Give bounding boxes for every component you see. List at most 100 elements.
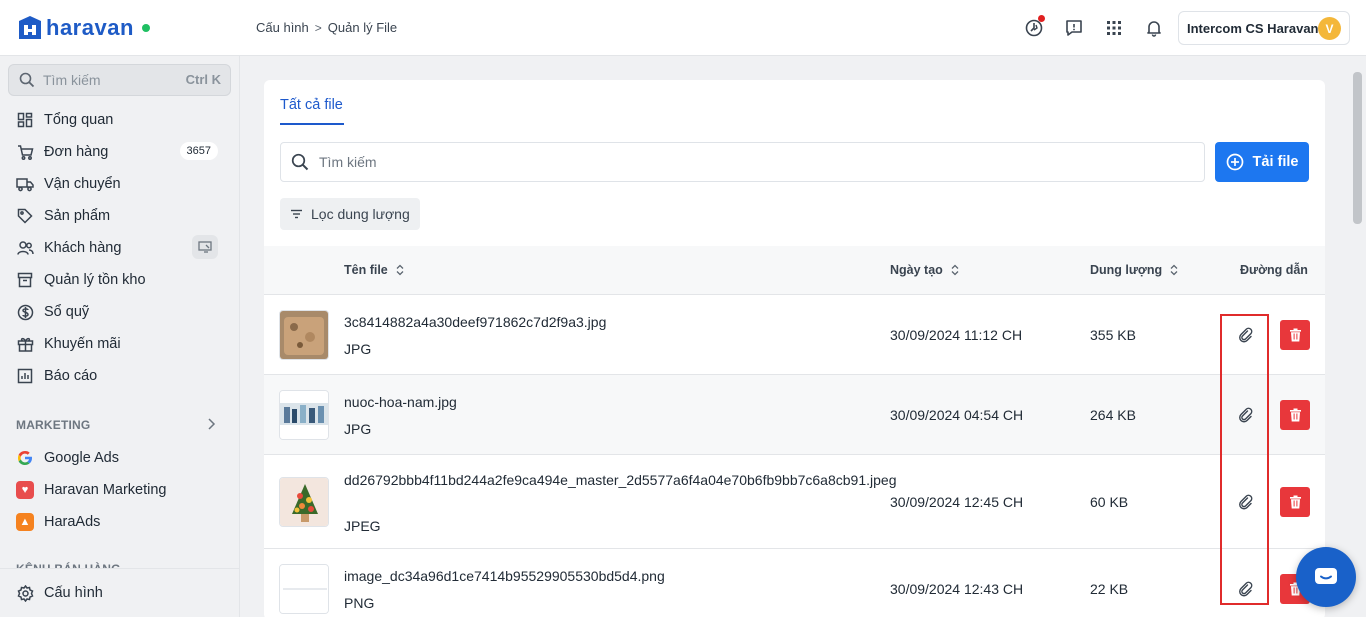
file-thumbnail [279, 390, 329, 440]
account-name: Intercom CS Haravan [1187, 20, 1319, 36]
sidebar-item-inventory[interactable]: Quản lý tồn kho [16, 266, 224, 294]
chat-icon [1315, 568, 1337, 584]
sidebar-item-promotions[interactable]: Khuyến mãi [16, 330, 224, 358]
sidebar-item-label: Tổng quan [44, 112, 114, 128]
sidebar-item-label: Sản phẩm [44, 208, 111, 224]
sidebar-item-label: Cấu hình [44, 585, 103, 601]
avatar: V [1318, 17, 1341, 40]
breadcrumb-settings[interactable]: Cấu hình [256, 20, 309, 35]
sidebar-item-customers[interactable]: Khách hàng [16, 234, 224, 262]
trash-icon [1289, 408, 1301, 422]
column-header-created[interactable]: Ngày tạo [890, 263, 959, 277]
tab-all-files[interactable]: Tất cả file [280, 97, 343, 113]
file-type: PNG [344, 595, 375, 611]
file-type: JPG [344, 421, 372, 437]
file-name[interactable]: image_dc34a96d1ce7414b95529905530bd5d4.p… [344, 567, 864, 586]
apps-grid-icon[interactable] [1102, 16, 1126, 40]
column-header-name[interactable]: Tên file [344, 263, 404, 277]
filter-size-label: Lọc dung lượng [311, 206, 410, 222]
sort-icon [396, 264, 404, 276]
link-column-highlight [1220, 314, 1269, 605]
file-name[interactable]: dd26792bbb4f11bd244a2fe9ca494e_master_2d… [344, 471, 896, 490]
sidebar-item-products[interactable]: Sản phẩm [16, 202, 224, 230]
delete-button[interactable] [1280, 320, 1310, 350]
sidebar-item-cashbook[interactable]: Sổ quỹ [16, 298, 224, 326]
chat-button[interactable] [1296, 547, 1356, 607]
page-scrollbar[interactable] [1349, 56, 1366, 617]
file-created-date: 30/09/2024 12:43 CH [890, 581, 1024, 597]
upload-file-label: Tải file [1252, 154, 1299, 170]
sync-status-icon[interactable] [1022, 15, 1046, 40]
sidebar-item-settings[interactable]: Cấu hình [16, 579, 224, 607]
file-size: 22 KB [1090, 581, 1129, 597]
haravan-logo-icon [16, 15, 44, 41]
table-row[interactable]: dd26792bbb4f11bd244a2fe9ca494e_master_2d… [264, 455, 1325, 549]
column-label: Dung lượng [1090, 263, 1163, 277]
sidebar-item-label: Sổ quỹ [44, 304, 90, 320]
bell-icon[interactable] [1142, 16, 1166, 40]
haravan-logo[interactable]: haravan [16, 14, 150, 42]
sidebar-item-label: Khuyến mãi [44, 336, 121, 352]
scrollbar-thumb[interactable] [1353, 72, 1362, 224]
gift-icon [16, 335, 34, 353]
users-icon [16, 239, 34, 257]
plus-circle-icon [1226, 153, 1243, 171]
report-icon [16, 367, 34, 385]
sidebar-item-haravan-marketing[interactable]: ♥ Haravan Marketing [16, 476, 224, 504]
sidebar-item-shipping[interactable]: Vận chuyển [16, 170, 224, 198]
haravan-marketing-icon: ♥ [16, 481, 34, 499]
search-shortcut: Ctrl K [185, 72, 221, 87]
file-thumbnail [279, 477, 329, 527]
sidebar-item-haraads[interactable]: ▲ HaraAds [16, 508, 224, 536]
column-label: Đường dẫn [1240, 263, 1308, 277]
sidebar-item-orders[interactable]: Đơn hàng 3657 [16, 138, 224, 166]
sidebar-search-placeholder: Tìm kiếm [43, 72, 101, 88]
customer-screen-icon[interactable] [192, 235, 218, 259]
haraads-icon: ▲ [16, 513, 34, 531]
chevron-right-icon [206, 417, 216, 434]
cart-icon [16, 143, 34, 161]
file-created-date: 30/09/2024 04:54 CH [890, 407, 1024, 423]
file-created-date: 30/09/2024 12:45 CH [890, 494, 1024, 510]
tag-icon [16, 207, 34, 225]
breadcrumb-file-manager: Quản lý File [327, 20, 398, 35]
filter-size-button[interactable]: Lọc dung lượng [280, 198, 420, 230]
gear-icon [16, 584, 34, 602]
column-label: Tên file [344, 263, 388, 277]
delete-button[interactable] [1280, 400, 1310, 430]
sort-icon [1170, 264, 1178, 276]
file-created-date: 30/09/2024 11:12 CH [890, 327, 1023, 343]
sidebar-item-google-ads[interactable]: Google Ads [16, 444, 224, 472]
sidebar-search[interactable]: Tìm kiếm Ctrl K [8, 64, 231, 96]
filter-icon [291, 209, 302, 219]
account-menu[interactable]: Intercom CS Haravan V [1178, 11, 1350, 45]
sidebar-item-label: HaraAds [44, 514, 101, 530]
breadcrumb-separator: > [314, 20, 322, 35]
column-header-size[interactable]: Dung lượng [1090, 263, 1178, 277]
sidebar: Tìm kiếm Ctrl K Tổng quan Đơn hàng 3657 … [0, 56, 240, 617]
file-size: 264 KB [1090, 407, 1136, 423]
table-header: Tên file Ngày tạo Dung lượng Đường dẫn [264, 246, 1325, 295]
logo-text: haravan [46, 15, 134, 40]
sidebar-item-overview[interactable]: Tổng quan [16, 106, 224, 134]
table-row[interactable]: 3c8414882a4a30deef971862c7d2f9a3.jpg JPG… [264, 295, 1325, 375]
feedback-icon[interactable] [1062, 16, 1086, 40]
sidebar-item-label: Quản lý tồn kho [44, 272, 146, 288]
table-row[interactable]: image_dc34a96d1ce7414b95529905530bd5d4.p… [264, 549, 1325, 617]
orders-count-badge: 3657 [179, 142, 218, 160]
marketing-heading-label: MARKETING [16, 418, 91, 432]
marketing-section-heading[interactable]: MARKETING [16, 418, 216, 432]
file-name[interactable]: nuoc-hoa-nam.jpg [344, 393, 864, 412]
sidebar-item-label: Khách hàng [44, 240, 122, 256]
top-bar: haravan Cấu hình > Quản lý File Intercom… [0, 0, 1366, 56]
upload-file-button[interactable]: Tải file [1215, 142, 1309, 182]
dashboard-icon [16, 111, 34, 129]
file-type: JPEG [344, 518, 381, 534]
delete-button[interactable] [1280, 487, 1310, 517]
file-search-input[interactable]: Tìm kiếm [280, 142, 1205, 182]
table-row[interactable]: nuoc-hoa-nam.jpg JPG 30/09/2024 04:54 CH… [264, 375, 1325, 455]
file-name[interactable]: 3c8414882a4a30deef971862c7d2f9a3.jpg [344, 313, 864, 332]
sidebar-item-label: Đơn hàng [44, 144, 109, 160]
notification-dot [1038, 15, 1045, 22]
sidebar-item-reports[interactable]: Báo cáo [16, 362, 224, 390]
